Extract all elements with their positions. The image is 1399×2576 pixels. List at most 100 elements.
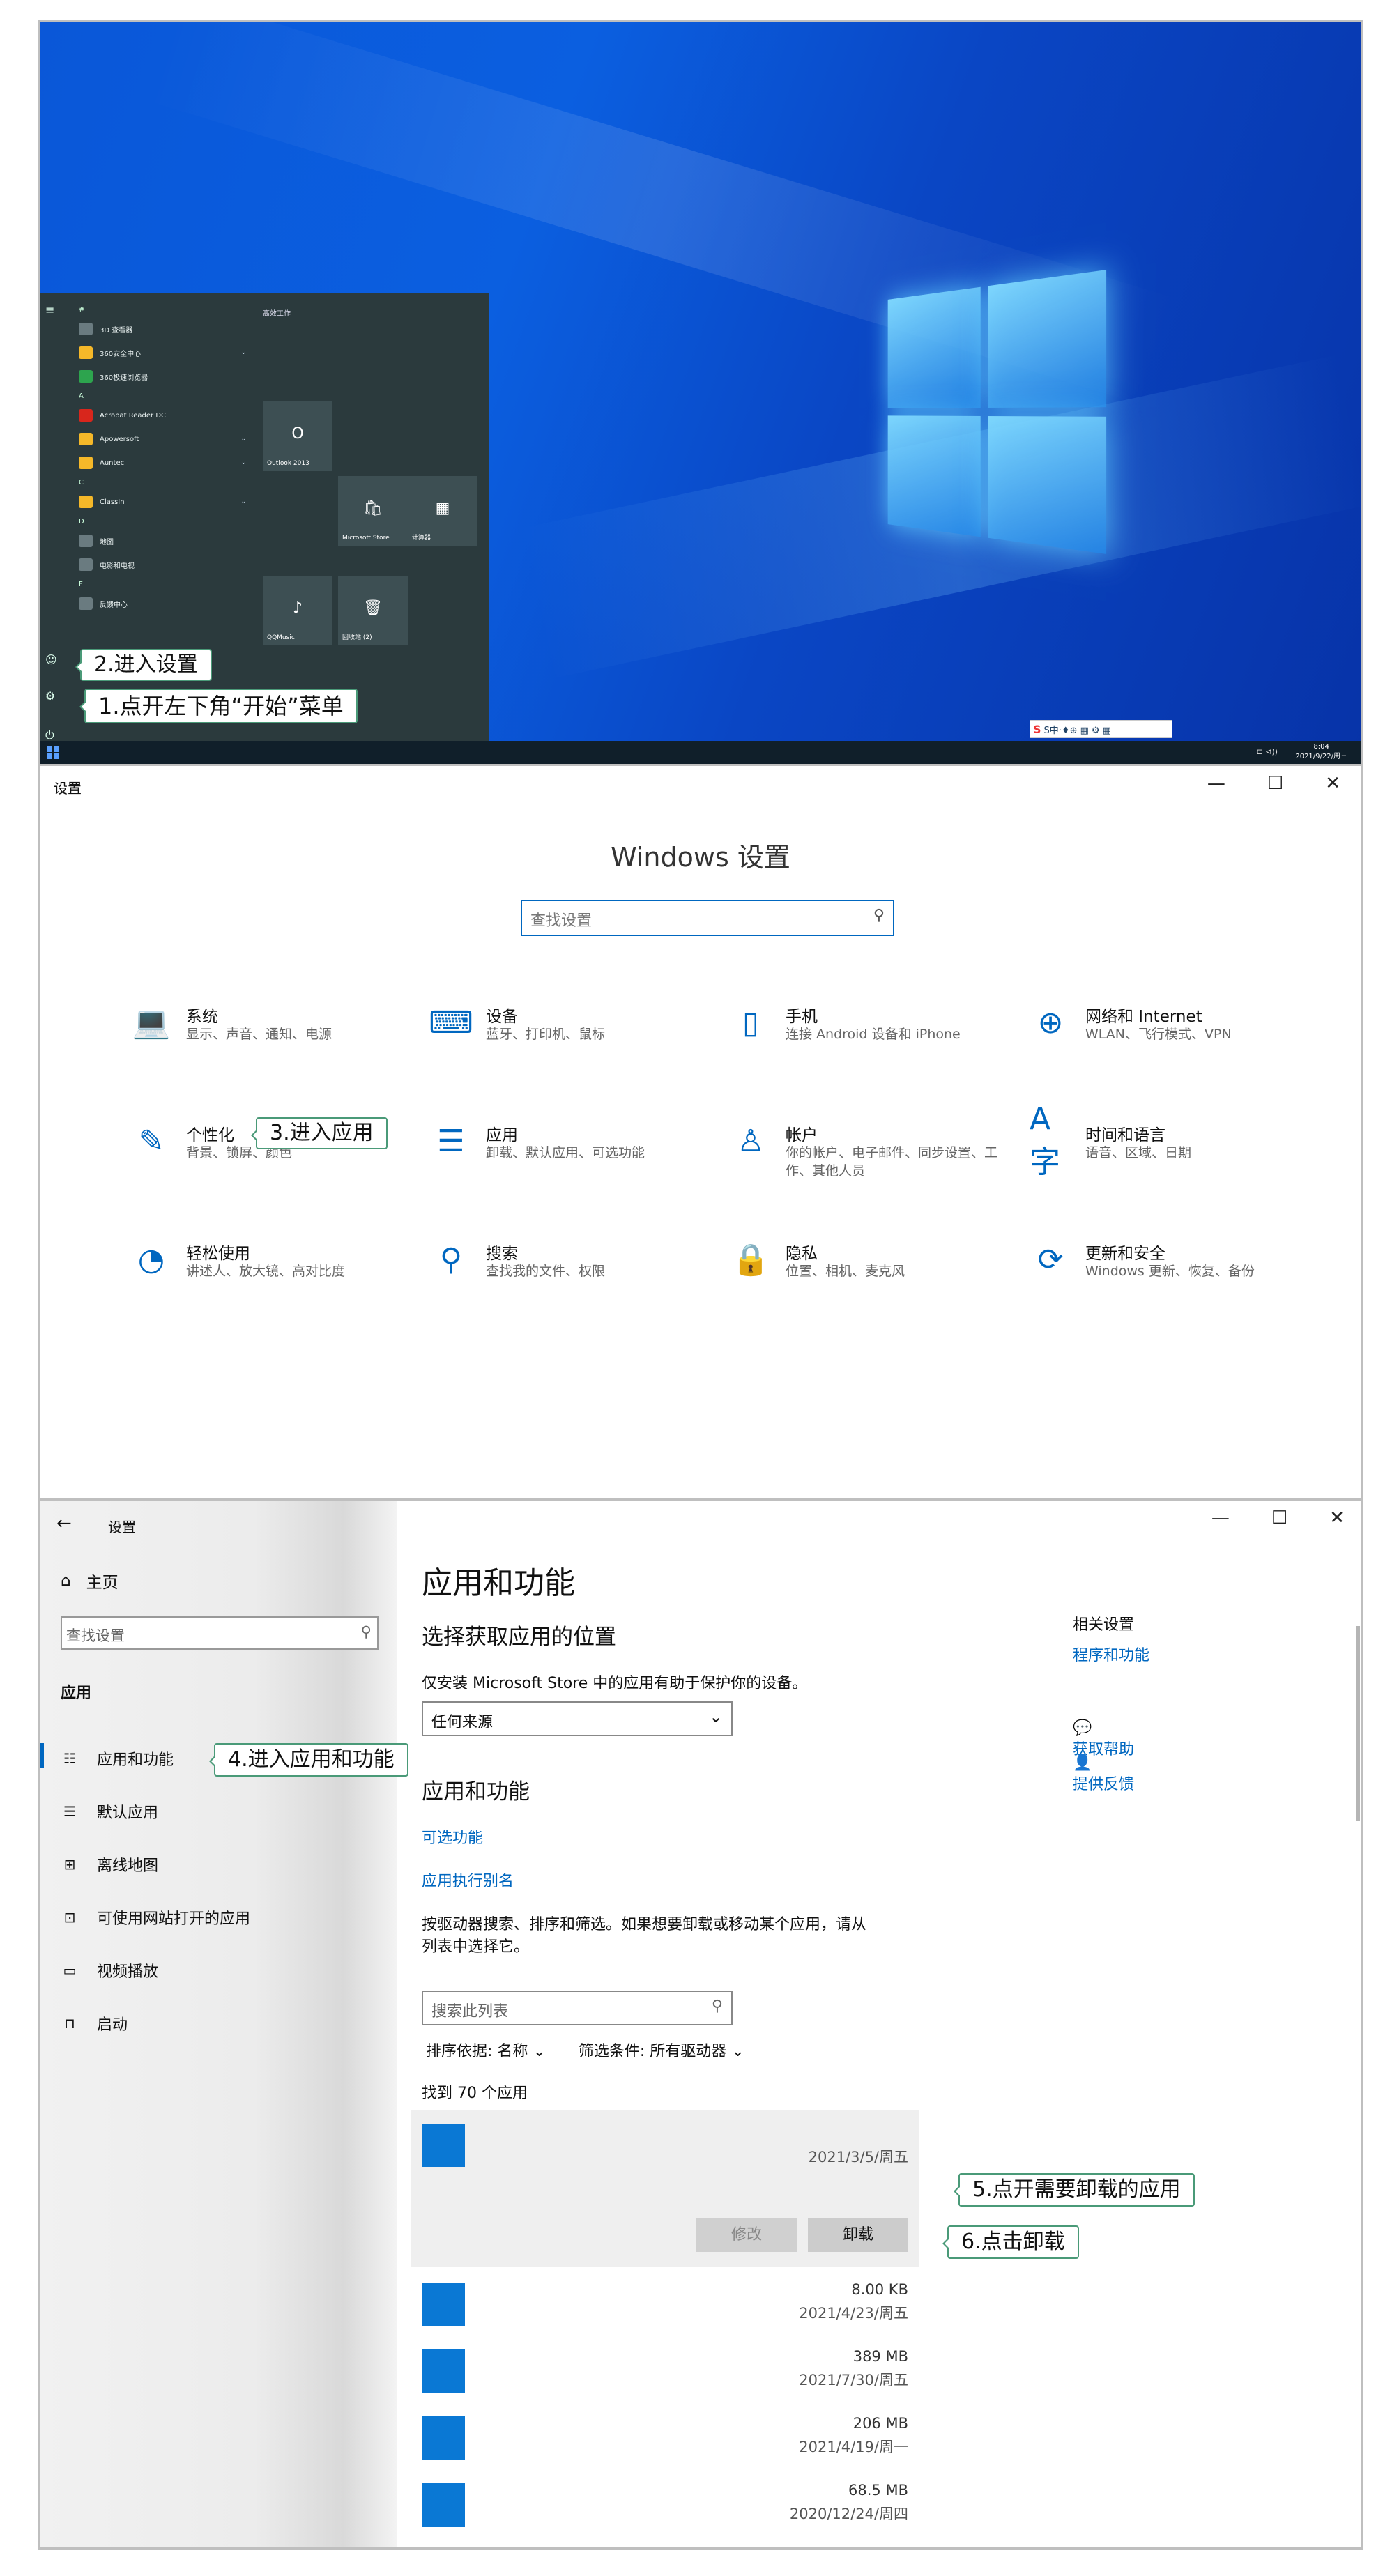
start-tile[interactable]: 🛍 Microsoft Store xyxy=(338,476,408,546)
found-count: 找到 70 个应用 xyxy=(422,2085,528,2102)
settings-category[interactable]: ☰ 应用 卸载、默认应用、可选功能 xyxy=(430,1120,723,1204)
app-list-item[interactable]: 68.5 MB 2020/12/24/周四 xyxy=(411,2478,919,2543)
scrollbar[interactable] xyxy=(1356,1626,1360,1821)
settings-category[interactable]: ⟳ 更新和安全 Windows 更新、恢复、备份 xyxy=(1030,1239,1322,1322)
start-app-item[interactable]: ClassIn ⌄ xyxy=(79,490,246,514)
app-list-search-input[interactable]: 搜索此列表 ⚲ xyxy=(422,1991,733,2025)
back-arrow-icon[interactable]: ← xyxy=(56,1513,72,1534)
callout-step5: 5.点开需要卸载的应用 xyxy=(954,2173,1195,2207)
hamburger-icon[interactable]: ≡ xyxy=(45,303,54,316)
start-app-item[interactable]: 地图 xyxy=(79,529,246,553)
sidebar-nav-item[interactable]: ⊞ 离线地图 xyxy=(61,1853,158,1876)
start-item-label: C xyxy=(79,478,84,486)
filter-dropdown[interactable]: 筛选条件: 所有驱动器 ⌄ xyxy=(579,2043,744,2060)
category-desc: 连接 Android 设备和 iPhone xyxy=(786,1027,961,1042)
app-icon xyxy=(422,2283,465,2326)
sort-value: 名称 xyxy=(497,2043,528,2060)
window-title: 设置 xyxy=(54,780,82,797)
app-source-select[interactable]: 任何来源 ⌄ xyxy=(422,1701,733,1736)
optional-features-link[interactable]: 可选功能 xyxy=(422,1825,483,1848)
app-size: 68.5 MB xyxy=(848,2482,908,2499)
start-app-item[interactable]: Acrobat Reader DC xyxy=(79,404,246,427)
category-name: 时间和语言 xyxy=(1085,1126,1165,1144)
gear-icon[interactable]: ⚙ xyxy=(45,689,55,703)
sort-dropdown[interactable]: 排序依据: 名称 ⌄ xyxy=(426,2043,546,2060)
sidebar-home-label: 主页 xyxy=(86,1574,119,1592)
start-tile[interactable]: O Outlook 2013 xyxy=(263,401,332,471)
feedback-link[interactable]: 👤 提供反馈 xyxy=(1073,1754,1134,1794)
chevron-down-icon: ⌄ xyxy=(708,1707,723,1726)
tile-label: QQMusic xyxy=(267,634,295,641)
settings-category[interactable]: A字 时间和语言 语音、区域、日期 xyxy=(1030,1101,1322,1204)
programs-features-link[interactable]: 程序和功能 xyxy=(1073,1643,1149,1665)
sort-label: 排序依据: xyxy=(426,2043,493,2060)
start-app-item[interactable]: 360安全中心 ⌄ xyxy=(79,341,246,365)
category-desc: 显示、声音、通知、电源 xyxy=(186,1027,332,1042)
tile-icon: ♪ xyxy=(292,599,303,617)
sidebar-nav-item[interactable]: ⊡ 可使用网站打开的应用 xyxy=(61,1906,250,1929)
app-source-value: 任何来源 xyxy=(431,1714,494,1731)
close-icon[interactable]: ✕ xyxy=(1325,773,1340,794)
callout-step2: 2.进入设置 xyxy=(75,649,212,681)
help-link[interactable]: 💬 获取帮助 xyxy=(1073,1719,1134,1759)
settings-category[interactable]: ⚲ 搜索 查找我的文件、权限 xyxy=(430,1239,723,1322)
app-alias-link[interactable]: 应用执行别名 xyxy=(422,1869,514,1891)
maximize-icon[interactable]: ☐ xyxy=(1267,773,1283,794)
sidebar-home[interactable]: ⌂ 主页 xyxy=(61,1569,119,1593)
taskbar-clock[interactable]: 8:04 2021/9/22/周三 xyxy=(1295,742,1347,762)
app-list-item[interactable]: 8.00 KB 2021/4/23/周五 xyxy=(411,2277,919,2343)
start-app-item[interactable]: 360极速浏览器 xyxy=(79,365,246,388)
user-icon[interactable]: ☺ xyxy=(45,653,57,666)
modify-button[interactable]: 修改 xyxy=(696,2218,797,2252)
time-language-icon: A字 xyxy=(1030,1101,1060,1180)
start-letter-header: # xyxy=(79,302,246,317)
start-app-item[interactable]: 3D 查看器 xyxy=(79,317,246,341)
settings-category[interactable]: 💻 系统 显示、声音、通知、电源 xyxy=(130,1002,423,1085)
website-apps-icon: ⊡ xyxy=(63,1909,76,1926)
settings-category[interactable]: 🔒 隐私 位置、相机、麦克风 xyxy=(730,1239,1023,1322)
settings-category[interactable]: ◔ 轻松使用 讲述人、放大镜、高对比度 xyxy=(130,1239,423,1322)
settings-category[interactable]: ⌨ 设备 蓝牙、打印机、鼠标 xyxy=(429,1002,723,1085)
chevron-down-icon: ⌄ xyxy=(731,2043,744,2060)
settings-search-input[interactable]: 查找设置 ⚲ xyxy=(521,900,894,936)
ime-toolbar[interactable]: S S中·♦⊕ ▦ ⚙ ▦ xyxy=(1030,720,1172,738)
selected-app-item[interactable]: 2021/3/5/周五 修改 卸载 xyxy=(411,2110,919,2267)
system-tray[interactable]: ⊏ ⊲)) xyxy=(1256,747,1278,756)
power-icon[interactable]: ⏻ xyxy=(45,728,54,742)
chevron-down-icon: ⌄ xyxy=(240,459,246,466)
start-menu: ≡ ☺ ⚙ ⏻ #3D 查看器 360安全中心 ⌄ 360极速浏览器 A Acrobat … xyxy=(40,293,489,750)
settings-category[interactable]: ⊕ 网络和 Internet WLAN、飞行模式、VPN xyxy=(1030,1002,1322,1085)
start-button[interactable] xyxy=(47,746,59,759)
sidebar-nav-item[interactable]: ☷ 应用和功能 xyxy=(40,1743,174,1770)
category-name: 系统 xyxy=(186,1008,218,1026)
uninstall-button[interactable]: 卸载 xyxy=(808,2218,908,2252)
settings-category[interactable]: ▯ 手机 连接 Android 设备和 iPhone xyxy=(730,1002,1023,1085)
start-tile[interactable]: ♪ QQMusic xyxy=(263,576,332,645)
minimize-icon[interactable]: — xyxy=(1207,773,1225,794)
start-letter-header: C xyxy=(79,475,246,490)
close-icon[interactable]: ✕ xyxy=(1329,1508,1345,1528)
person-icon: ♙ xyxy=(737,1123,765,1159)
start-app-item[interactable]: Auntec ⌄ xyxy=(79,451,246,475)
tile-icon: O xyxy=(291,424,304,443)
app-list-item[interactable]: 389 MB 2021/7/30/周五 xyxy=(411,2344,919,2409)
start-app-item[interactable]: Apowersoft ⌄ xyxy=(79,427,246,451)
maximize-icon[interactable]: ☐ xyxy=(1271,1508,1287,1528)
start-tile[interactable]: 🗑 回收站 (2) xyxy=(338,576,408,645)
feedback-label: 提供反馈 xyxy=(1073,1776,1135,1793)
sidebar-nav-item[interactable]: ⊓ 启动 xyxy=(61,2012,128,2034)
sidebar-nav-item[interactable]: ▭ 视频播放 xyxy=(61,1959,158,1981)
settings-category[interactable]: ♙ 帐户 你的帐户、电子邮件、同步设置、工作、其他人员 xyxy=(730,1120,1023,1204)
minimize-icon[interactable]: — xyxy=(1211,1508,1230,1528)
start-tile[interactable]: ▦ 计算器 xyxy=(408,476,477,546)
laptop-icon: 💻 xyxy=(132,1005,171,1041)
sidebar-search-input[interactable]: 查找设置 ⚲ xyxy=(61,1616,379,1650)
tile-icon: 🗑 xyxy=(363,599,383,617)
start-app-item[interactable]: 反馈中心 xyxy=(79,592,246,615)
search-icon: ⚲ xyxy=(711,1998,723,2015)
video-icon: ▭ xyxy=(63,1962,77,1979)
app-list-item[interactable]: 206 MB 2021/4/19/周一 xyxy=(411,2411,919,2476)
category-desc: Windows 更新、恢复、备份 xyxy=(1085,1264,1255,1279)
start-app-item[interactable]: 电影和电视 xyxy=(79,553,246,576)
sidebar-nav-item[interactable]: ☰ 默认应用 xyxy=(61,1800,158,1823)
